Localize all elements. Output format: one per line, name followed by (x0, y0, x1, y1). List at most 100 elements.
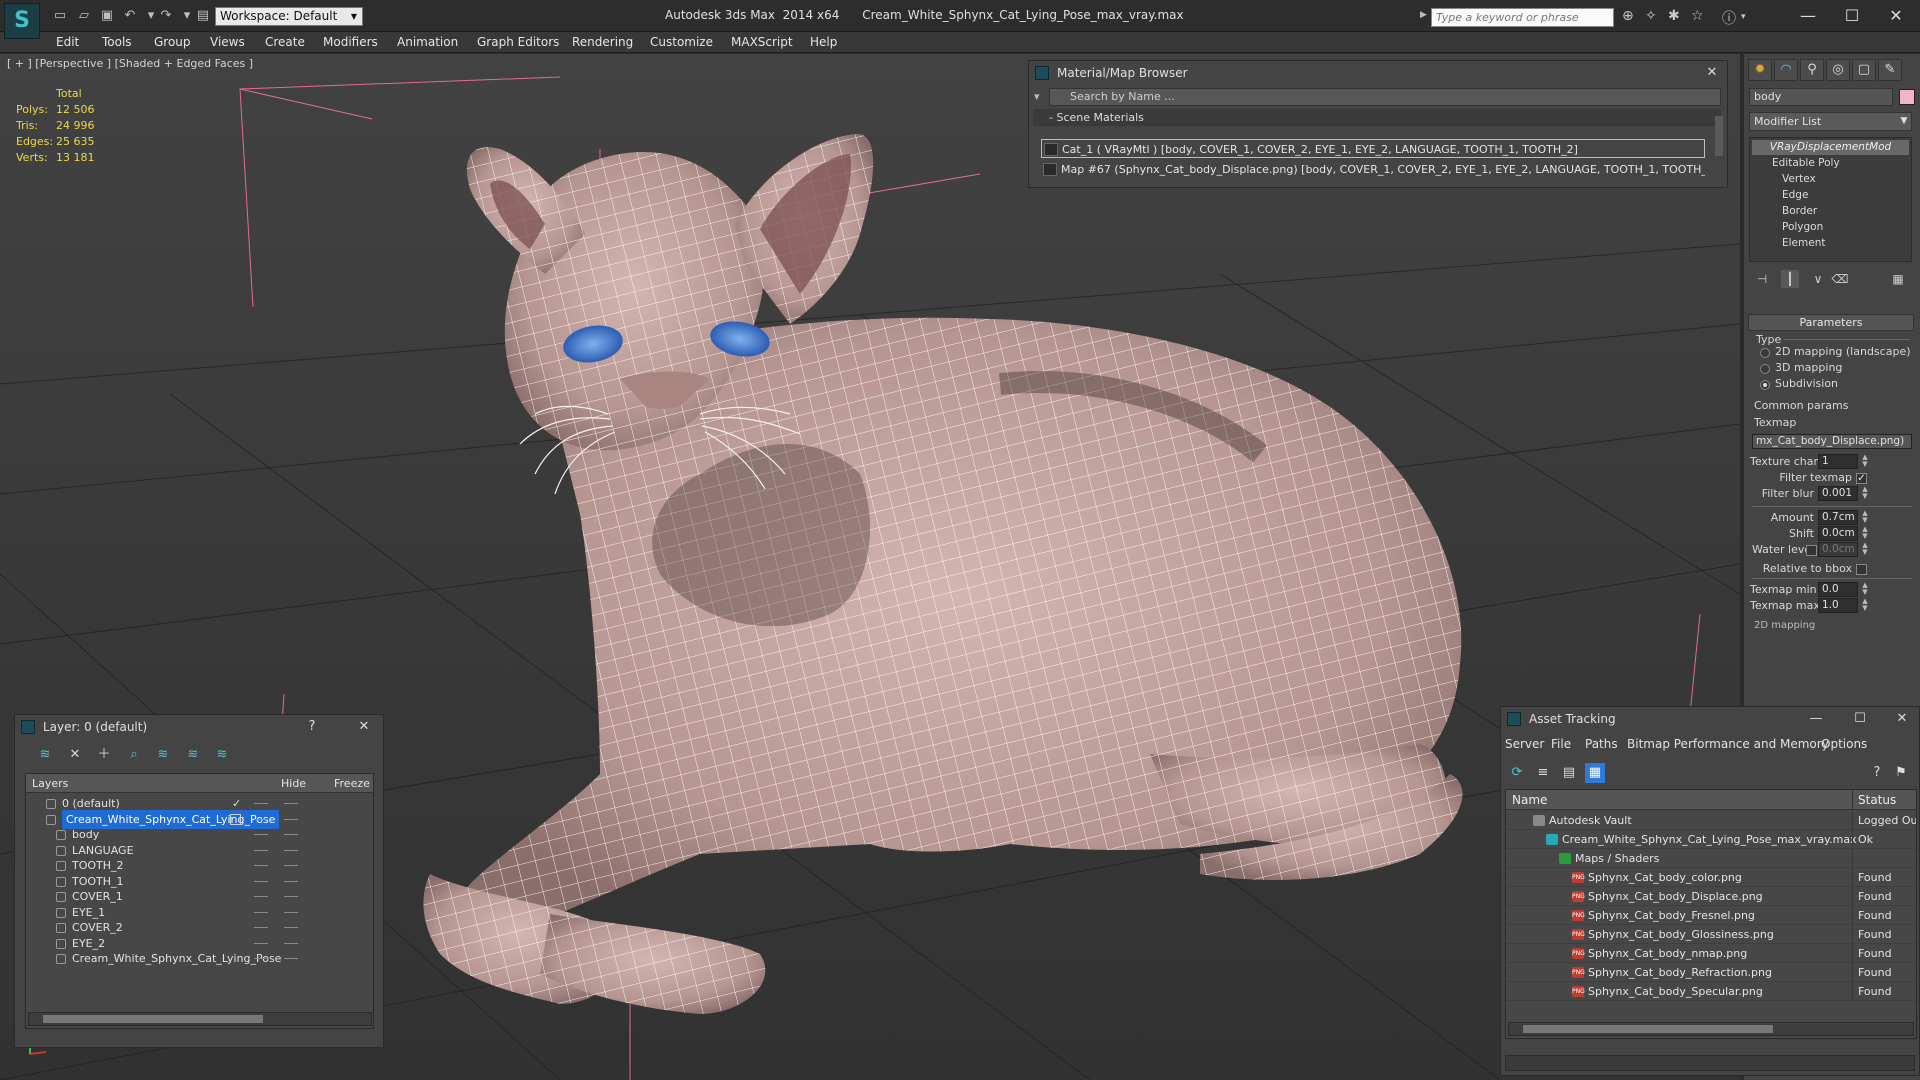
texmap-min-field[interactable]: 0.0 (1818, 582, 1858, 597)
texmap-button[interactable]: mx_Cat_body_Displace.png) (1752, 434, 1912, 449)
asset-row[interactable]: PNG Sphynx_Cat_body_color.png Found (1506, 868, 1916, 887)
modifier-list-arrow-icon[interactable]: ▼ (1897, 113, 1911, 130)
layer-hide-toggle[interactable] (254, 880, 268, 882)
save-file-icon[interactable]: ▣ (98, 7, 116, 25)
delete-layer-icon[interactable]: ✕ (65, 745, 85, 765)
object-color-swatch[interactable] (1899, 89, 1915, 105)
asset-row[interactable]: Autodesk Vault Logged Ou (1506, 811, 1916, 830)
amount-spinner-icon[interactable]: ▲ ▼ (1860, 510, 1870, 525)
layer-hide-toggle[interactable] (254, 896, 268, 897)
radio-2d-mapping[interactable] (1760, 348, 1770, 358)
show-end-result-icon[interactable]: ┃ (1781, 270, 1799, 288)
communication-center-icon[interactable]: ✱ (1668, 8, 1680, 24)
stack-item-editable-poly[interactable]: Editable Poly (1752, 156, 1909, 171)
material-browser-title[interactable]: Material/Map Browser (1029, 61, 1727, 85)
asset-maximize-icon[interactable]: ☐ (1849, 707, 1871, 731)
asset-close-icon[interactable]: ✕ (1891, 707, 1913, 731)
asset-grid-hscroll-thumb[interactable] (1523, 1025, 1773, 1033)
asset-help-icon[interactable]: ? (1867, 763, 1887, 783)
menu-rendering[interactable]: Rendering (572, 35, 633, 49)
texmap-min-spinner-icon[interactable]: ▲ ▼ (1860, 582, 1870, 597)
display-tab-icon[interactable]: ▢ (1852, 59, 1876, 81)
shift-field[interactable]: 0.0cm (1818, 526, 1858, 541)
filter-texmap-checkbox[interactable]: ✓ (1856, 473, 1867, 484)
menu-create[interactable]: Create (265, 35, 305, 49)
layer-help-icon[interactable]: ? (301, 715, 323, 739)
asset-menu-server[interactable]: Server (1505, 737, 1544, 751)
asset-col-divider[interactable] (1852, 790, 1853, 810)
workspace-dropdown[interactable]: Workspace: Default (215, 7, 363, 26)
motion-tab-icon[interactable]: ◎ (1826, 59, 1850, 81)
subscription-center-icon[interactable]: ✧ (1645, 8, 1657, 24)
binoculars-icon[interactable]: ⊕ (1622, 8, 1634, 24)
layer-hide-toggle[interactable] (254, 927, 268, 928)
asset-menu-bitmap-performance[interactable]: Bitmap Performance and Memory (1627, 737, 1829, 751)
asset-row[interactable]: PNG Sphynx_Cat_body_Specular.png Found (1506, 982, 1916, 1001)
stack-sub-edge[interactable]: Edge (1752, 188, 1909, 203)
layer-hide-toggle[interactable] (254, 942, 268, 944)
list-view-icon[interactable]: ≡ (1533, 763, 1553, 783)
menu-tools[interactable]: Tools (102, 35, 132, 49)
project-folder-icon[interactable]: ▤ (194, 7, 212, 25)
water-level-checkbox[interactable] (1806, 545, 1817, 556)
col-layers[interactable]: Layers (32, 774, 68, 793)
highlight-selected-layer-icon[interactable]: ≋ (153, 745, 173, 765)
menu-animation[interactable]: Animation (397, 35, 458, 49)
layer-freeze-toggle[interactable] (284, 865, 298, 866)
hierarchy-tab-icon[interactable]: ⚲ (1800, 59, 1824, 81)
add-to-layer-icon[interactable]: ＋ (94, 745, 114, 765)
favorites-star-icon[interactable]: ☆ (1691, 8, 1704, 24)
utilities-tab-icon[interactable]: ✎ (1878, 59, 1902, 81)
asset-row[interactable]: PNG Sphynx_Cat_body_nmap.png Found (1506, 944, 1916, 963)
layer-tree-hscroll-thumb[interactable] (43, 1015, 263, 1023)
modifier-list-dropdown[interactable]: Modifier List ▼ (1749, 112, 1912, 131)
workspace-dropdown-arrow-icon[interactable]: ▼ (347, 7, 361, 26)
menu-group[interactable]: Group (154, 35, 191, 49)
close-button[interactable]: ✕ (1873, 3, 1919, 29)
layer-manager-title[interactable]: Layer: 0 (default) (15, 715, 383, 739)
menu-edit[interactable]: Edit (56, 35, 79, 49)
make-unique-icon[interactable]: ∨ (1809, 270, 1827, 288)
menu-maxscript[interactable]: MAXScript (731, 35, 793, 49)
undo-icon[interactable]: ↶ (121, 7, 139, 25)
asset-row[interactable]: Maps / Shaders (1506, 849, 1916, 868)
layer-close-icon[interactable]: ✕ (353, 715, 375, 739)
material-row-map67[interactable]: Map #67 (Sphynx_Cat_body_Displace.png) [… (1041, 160, 1705, 179)
texmap-max-field[interactable]: 1.0 (1818, 598, 1858, 613)
redo-icon[interactable]: ↷ (157, 7, 175, 25)
new-file-icon[interactable]: ▭ (51, 7, 69, 25)
asset-menu-options[interactable]: Options (1821, 737, 1867, 751)
water-level-field[interactable]: 0.0cm (1818, 542, 1858, 557)
asset-col-name[interactable]: Name (1512, 790, 1547, 810)
menu-modifiers[interactable]: Modifiers (323, 35, 378, 49)
mapping-rollout-label[interactable]: 2D mapping (1754, 620, 1815, 631)
menu-graph-editors[interactable]: Graph Editors (477, 35, 559, 49)
radio-3d-mapping-label[interactable]: 3D mapping (1775, 361, 1842, 374)
asset-col-status[interactable]: Status (1858, 790, 1896, 810)
parameters-rollout[interactable]: Parameters (1748, 314, 1914, 331)
refresh-icon[interactable]: ⟳ (1507, 763, 1527, 783)
layer-freeze-toggle[interactable] (284, 896, 298, 897)
select-objects-in-layer-icon[interactable]: ⌕ (124, 745, 144, 765)
layer-hide-toggle[interactable] (254, 958, 268, 959)
menu-customize[interactable]: Customize (650, 35, 713, 49)
radio-3d-mapping[interactable] (1760, 364, 1770, 374)
scene-materials-header[interactable]: - Scene Materials (1033, 109, 1721, 126)
stack-sub-vertex[interactable]: Vertex (1752, 172, 1909, 187)
relative-bbox-checkbox[interactable] (1856, 564, 1867, 575)
material-row-cat1[interactable]: Cat_1 ( VRayMtl ) [body, COVER_1, COVER_… (1041, 139, 1705, 158)
asset-row[interactable]: PNG Sphynx_Cat_body_Refraction.png Found (1506, 963, 1916, 982)
material-browser-scrollbar[interactable] (1715, 116, 1723, 156)
relative-bbox-label[interactable]: Relative to bbox (1750, 562, 1852, 575)
layer-hide-toggle[interactable] (254, 803, 268, 804)
amount-field[interactable]: 0.7cm (1818, 510, 1858, 525)
maximize-button[interactable]: ☐ (1829, 3, 1875, 29)
layer-freeze-toggle[interactable] (284, 958, 298, 959)
table-view-icon[interactable]: ▦ (1585, 763, 1605, 783)
col-freeze[interactable]: Freeze (334, 774, 370, 793)
layer-tree-hscroll[interactable] (28, 1012, 372, 1026)
asset-pin-icon[interactable]: ⚑ (1891, 763, 1911, 783)
help-dropdown-icon[interactable]: ▾ (1741, 12, 1746, 22)
menu-help[interactable]: Help (810, 35, 837, 49)
texmap-max-spinner-icon[interactable]: ▲ ▼ (1860, 598, 1870, 613)
